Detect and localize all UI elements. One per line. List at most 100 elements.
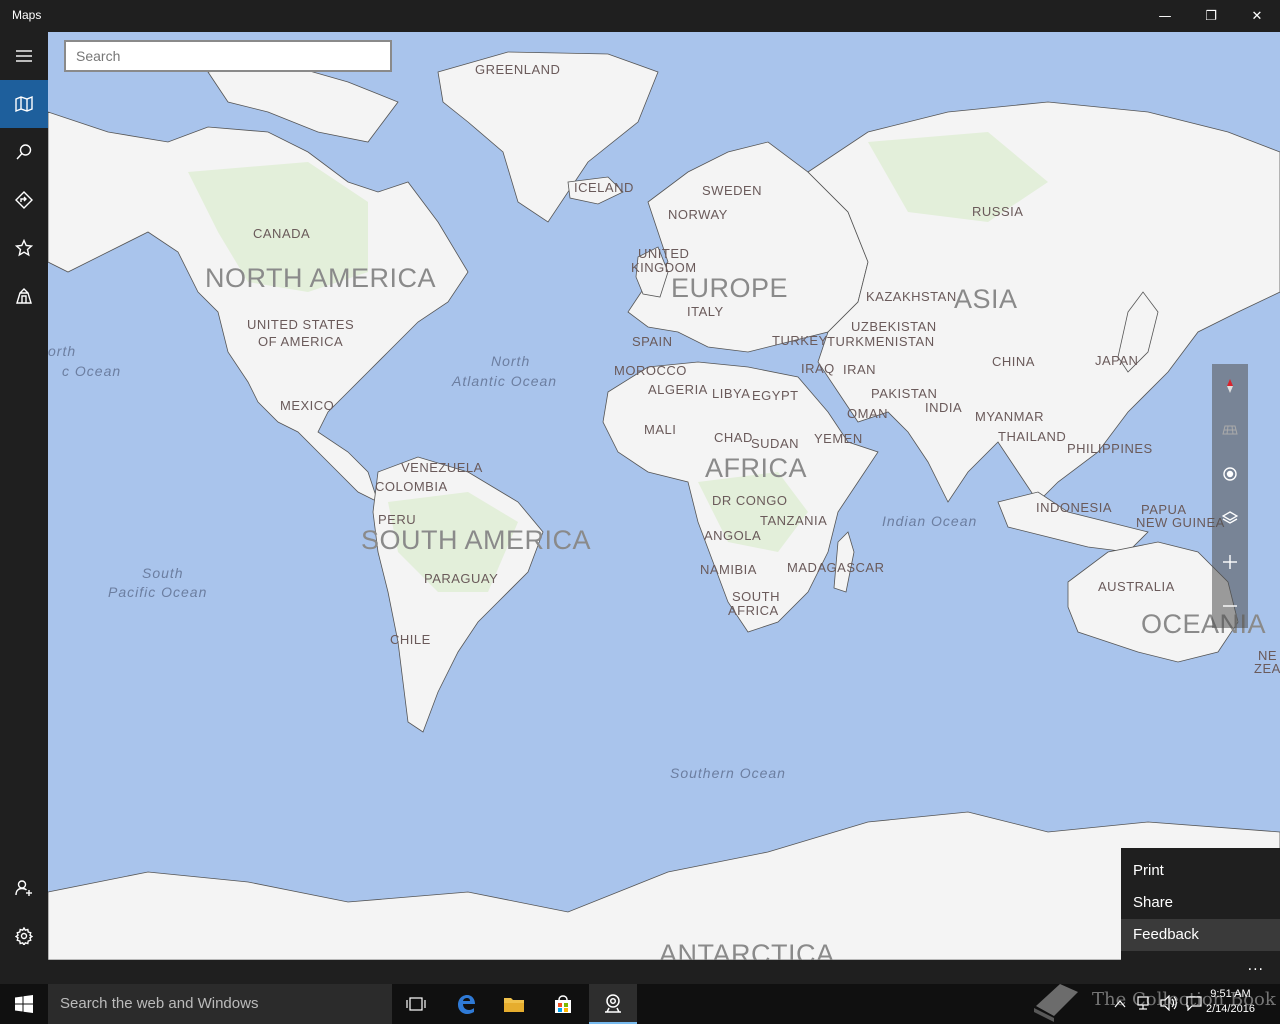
- sign-in-button[interactable]: [0, 864, 48, 912]
- label-south-africa-2: AFRICA: [728, 603, 779, 618]
- windows-logo-icon: [15, 995, 33, 1013]
- label-libya: LIBYA: [712, 386, 751, 401]
- action-center-icon: [1186, 996, 1202, 1012]
- store-button[interactable]: [539, 984, 587, 1024]
- taskbar-search[interactable]: Search the web and Windows: [48, 984, 392, 1024]
- tilt-button[interactable]: [1212, 408, 1248, 452]
- label-north-atlantic-2: Atlantic Ocean: [452, 373, 558, 389]
- compass-icon: [1227, 379, 1233, 393]
- map-icon: [15, 95, 33, 113]
- label-norway: NORWAY: [668, 207, 728, 222]
- tray-icons[interactable]: [1114, 996, 1126, 1014]
- label-antarctica: ANTARCTICA: [659, 939, 835, 960]
- left-nav: [0, 32, 48, 960]
- label-oman: OMAN: [847, 406, 888, 421]
- label-colombia: COLOMBIA: [375, 479, 448, 494]
- nav-favorites-button[interactable]: [0, 224, 48, 272]
- action-center-icon-wrap[interactable]: [1186, 995, 1202, 1016]
- label-north-pacific-2: c Ocean: [62, 363, 122, 379]
- edge-icon: [458, 995, 475, 1014]
- label-yemen: YEMEN: [814, 431, 863, 446]
- greenland-shape: [437, 51, 659, 223]
- label-russia: RUSSIA: [972, 204, 1024, 219]
- hamburger-button[interactable]: [0, 32, 48, 80]
- folder-icon: [504, 998, 524, 1012]
- label-spain: SPAIN: [632, 334, 673, 349]
- clock[interactable]: 9:51 AM 2/14/2016: [1206, 987, 1255, 1017]
- label-kazakhstan: KAZAKHSTAN: [866, 289, 957, 304]
- label-iceland: ICELAND: [574, 180, 634, 195]
- label-north-america: NORTH AMERICA: [205, 263, 437, 293]
- label-paraguay: PARAGUAY: [424, 571, 499, 586]
- label-peru: PERU: [378, 512, 417, 527]
- store-icon: [555, 995, 571, 1013]
- more-options-menu: Print Share Feedback: [1121, 848, 1280, 960]
- settings-button[interactable]: [0, 912, 48, 960]
- compass-button[interactable]: [1212, 364, 1248, 408]
- label-greenland: GREENLAND: [475, 62, 561, 77]
- file-explorer-button[interactable]: [490, 984, 538, 1024]
- nav-map-button[interactable]: [0, 80, 48, 128]
- more-options-button[interactable]: ···: [1248, 962, 1264, 978]
- label-nz-2: ZEAL: [1254, 661, 1280, 676]
- show-location-button[interactable]: [1212, 452, 1248, 496]
- start-button[interactable]: [0, 984, 48, 1024]
- label-usa-1: UNITED STATES: [247, 317, 355, 332]
- task-view-button[interactable]: [392, 984, 440, 1024]
- book-icon: [1034, 984, 1078, 1022]
- label-morocco: MOROCCO: [614, 363, 687, 378]
- label-north-pacific-1: orth: [48, 343, 77, 359]
- title-bar: Maps — ❐ ✕: [0, 0, 1280, 32]
- layers-icon: [1222, 511, 1238, 524]
- label-myanmar: MYANMAR: [975, 409, 1044, 424]
- label-indian-ocean: Indian Ocean: [882, 513, 978, 529]
- label-turkmenistan: TURKMENISTAN: [827, 334, 935, 349]
- label-turkey: TURKEY: [772, 333, 828, 348]
- label-chad: CHAD: [714, 430, 753, 445]
- maximize-button[interactable]: ❐: [1188, 0, 1234, 32]
- zoom-out-button[interactable]: [1212, 584, 1248, 628]
- zoom-in-icon: [1223, 555, 1237, 569]
- nav-3d-cities-button[interactable]: [0, 272, 48, 320]
- label-tanzania: TANZANIA: [760, 513, 828, 528]
- zoom-in-button[interactable]: [1212, 540, 1248, 584]
- search-icon: [16, 144, 32, 160]
- task-view-icon: [406, 997, 426, 1011]
- label-iraq: IRAQ: [801, 361, 835, 376]
- label-mexico: MEXICO: [280, 398, 335, 413]
- volume-icon: [1160, 994, 1177, 1012]
- label-chile: CHILE: [390, 632, 431, 647]
- maps-taskbar-button[interactable]: [589, 984, 637, 1024]
- tray-chevron-icon: [1114, 1000, 1126, 1008]
- menu-item-print[interactable]: Print: [1121, 855, 1280, 887]
- label-usa-2: OF AMERICA: [258, 334, 344, 349]
- label-southern-ocean: Southern Ocean: [670, 765, 786, 781]
- network-icon-wrap[interactable]: [1136, 995, 1152, 1016]
- menu-item-share[interactable]: Share: [1121, 887, 1280, 919]
- search-input[interactable]: [66, 42, 390, 70]
- app-bar: ···: [0, 960, 1280, 984]
- label-africa: AFRICA: [705, 453, 808, 483]
- label-indonesia: INDONESIA: [1036, 500, 1113, 515]
- label-north-atlantic-1: North: [491, 353, 531, 369]
- edge-button[interactable]: [442, 984, 490, 1024]
- search-box[interactable]: [64, 40, 392, 72]
- hamburger-icon: [16, 50, 32, 62]
- clock-time: 9:51 AM: [1210, 988, 1251, 1000]
- star-icon: [15, 239, 33, 257]
- label-europe: EUROPE: [671, 273, 789, 303]
- minimize-button[interactable]: —: [1142, 0, 1188, 32]
- volume-icon-wrap[interactable]: [1160, 994, 1178, 1016]
- nav-search-button[interactable]: [0, 128, 48, 176]
- menu-item-feedback[interactable]: Feedback: [1121, 919, 1280, 951]
- close-button[interactable]: ✕: [1234, 0, 1280, 32]
- label-australia: AUSTRALIA: [1098, 579, 1175, 594]
- label-south-pacific-2: Pacific Ocean: [108, 584, 208, 600]
- window-title: Maps: [12, 8, 42, 22]
- label-asia: ASIA: [954, 284, 1018, 314]
- location-icon: [1223, 467, 1237, 481]
- map-views-button[interactable]: [1212, 496, 1248, 540]
- map-canvas[interactable]: NORTH AMERICA SOUTH AMERICA EUROPE ASIA …: [48, 32, 1280, 960]
- map-controls: [1212, 364, 1248, 628]
- nav-directions-button[interactable]: [0, 176, 48, 224]
